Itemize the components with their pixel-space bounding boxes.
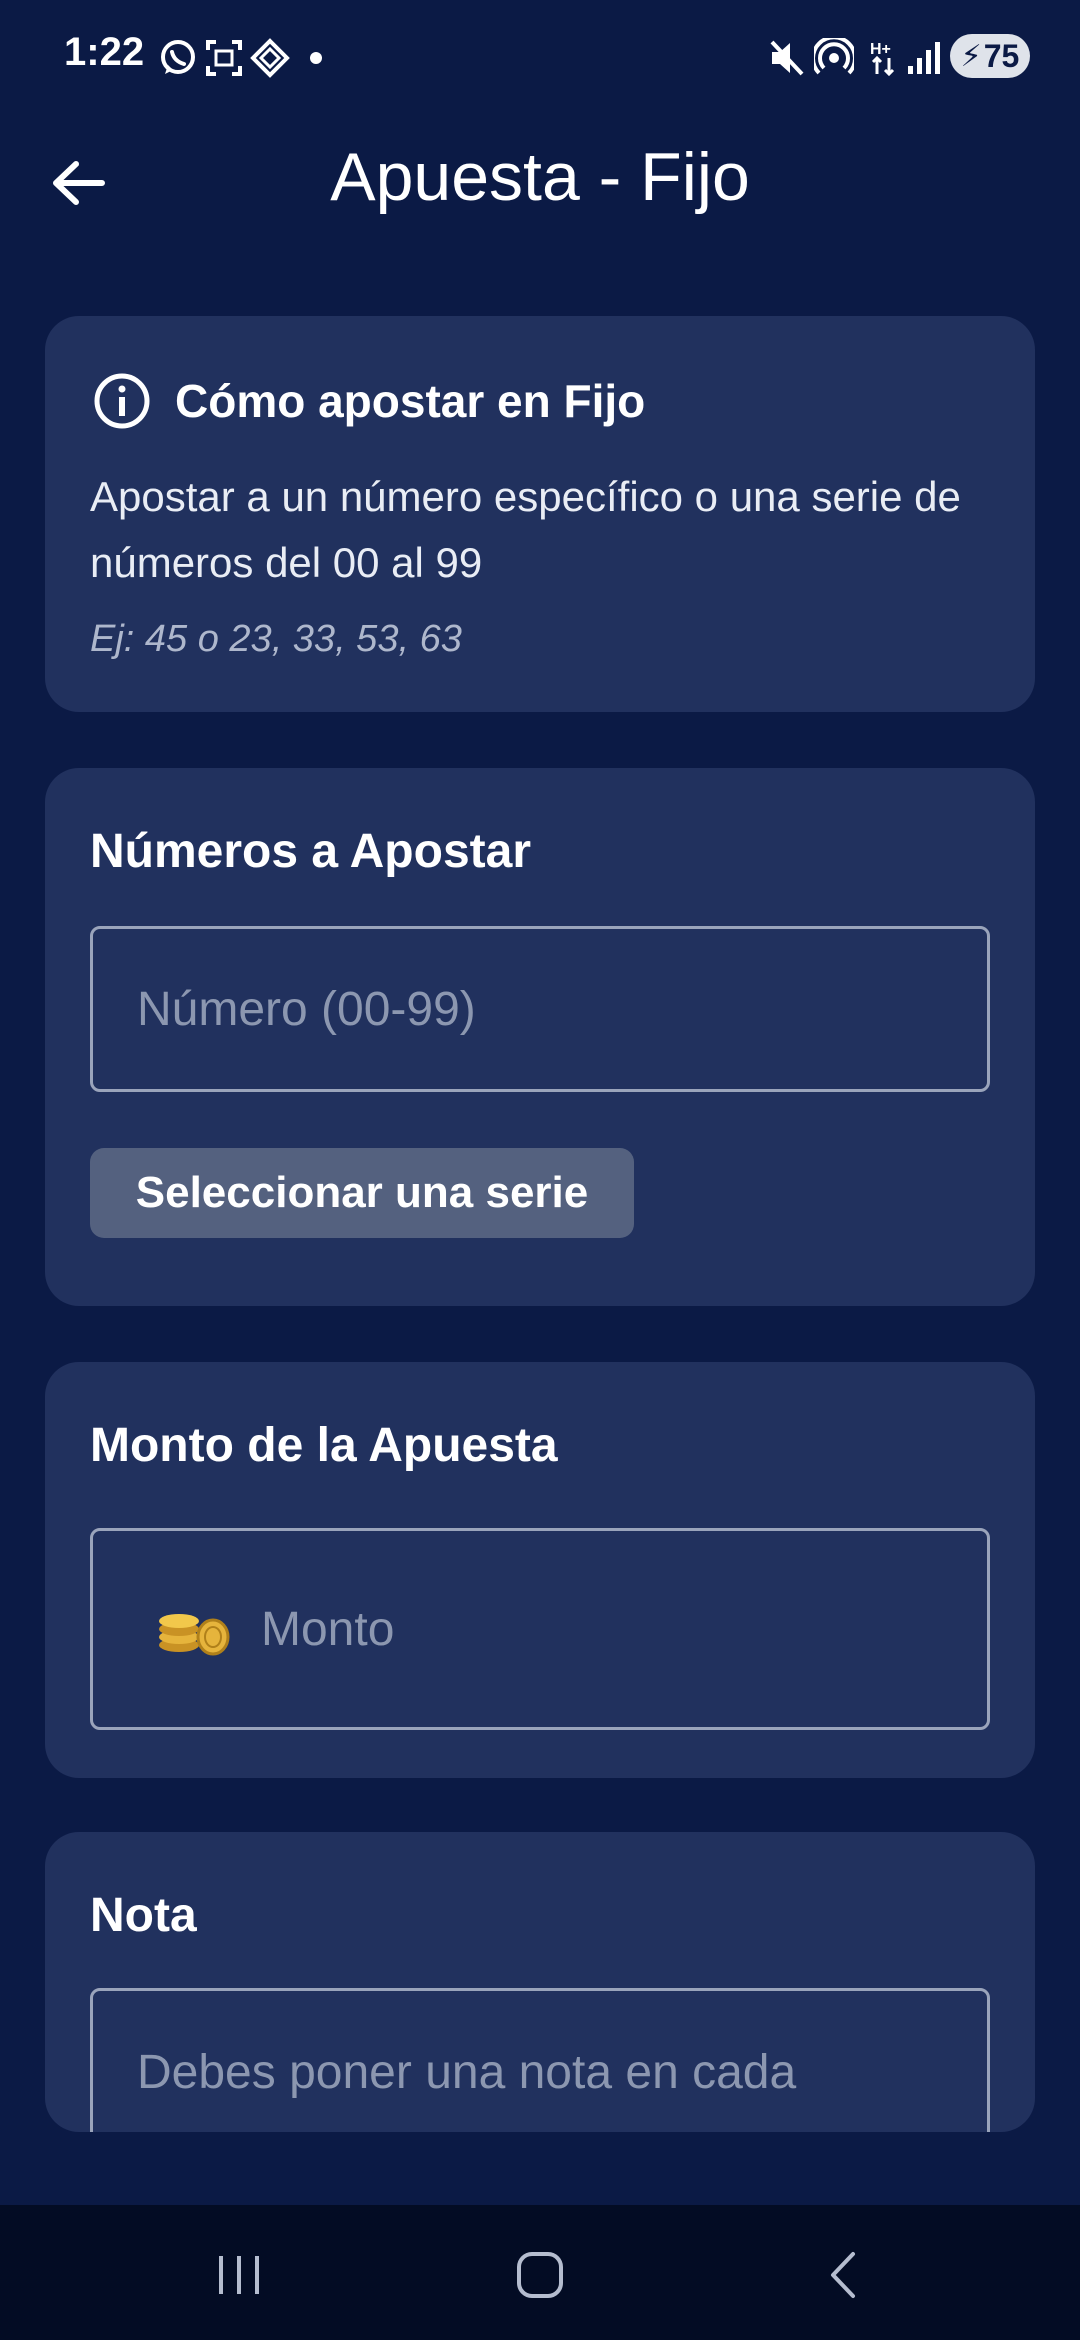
note-card: Nota Debes poner una nota en cada xyxy=(45,1832,1035,2132)
hotspot-icon xyxy=(811,35,857,83)
status-bar: 1:22 H+ ⚡ 75 xyxy=(0,0,1080,118)
info-card-example: Ej: 45 o 23, 33, 53, 63 xyxy=(90,618,462,660)
how-to-bet-card: Cómo apostar en Fijo Apostar a un número… xyxy=(45,316,1035,712)
amount-section-title: Monto de la Apuesta xyxy=(90,1419,558,1472)
signal-icon xyxy=(906,38,942,83)
home-button[interactable] xyxy=(495,2235,585,2315)
select-series-button[interactable]: Seleccionar una serie xyxy=(90,1148,634,1238)
recent-apps-button[interactable] xyxy=(194,2235,284,2315)
hplus-data-icon: H+ xyxy=(868,38,900,83)
screen: 1:22 H+ ⚡ 75 Apuesta - Fijo Cómo apostar… xyxy=(0,0,1080,2340)
system-nav-bar xyxy=(0,2205,1080,2340)
app-header: Apuesta - Fijo xyxy=(0,118,1080,248)
numbers-card: Números a Apostar Número (00-99) Selecci… xyxy=(45,768,1035,1306)
back-icon xyxy=(831,2252,855,2298)
bolt-icon: ⚡ xyxy=(960,39,982,73)
app-notification-icon xyxy=(250,38,290,83)
screenshot-icon xyxy=(204,38,244,83)
info-card-header: Cómo apostar en Fijo xyxy=(93,372,645,430)
battery-charging-icon: ⚡ 75 xyxy=(950,34,1030,78)
amount-input-placeholder: Monto xyxy=(261,1602,395,1656)
number-input[interactable]: Número (00-99) xyxy=(90,926,990,1092)
note-section-title: Nota xyxy=(90,1889,197,1942)
recent-apps-icon xyxy=(219,2256,259,2294)
note-input-placeholder: Debes poner una nota en cada xyxy=(137,2046,797,2099)
whatsapp-icon xyxy=(158,38,198,83)
notification-dot xyxy=(310,52,322,64)
amount-card: Monto de la Apuesta Monto xyxy=(45,1362,1035,1778)
home-icon xyxy=(517,2252,563,2298)
note-input[interactable]: Debes poner una nota en cada xyxy=(90,1988,990,2132)
info-icon xyxy=(94,373,150,429)
info-card-title: Cómo apostar en Fijo xyxy=(175,375,646,427)
nav-back-button[interactable] xyxy=(798,2235,888,2315)
coins-icon xyxy=(159,1614,230,1656)
page-title: Apuesta - Fijo xyxy=(330,139,750,215)
mute-icon xyxy=(768,38,806,83)
amount-input[interactable]: Monto xyxy=(90,1528,990,1730)
battery-level: 75 xyxy=(983,37,1020,74)
svg-text:H+: H+ xyxy=(870,41,891,58)
status-time: 1:22 xyxy=(64,30,145,74)
info-card-description: Apostar a un número específico o una ser… xyxy=(90,473,961,586)
number-input-placeholder: Número (00-99) xyxy=(137,982,476,1036)
numbers-section-title: Números a Apostar xyxy=(90,825,531,878)
